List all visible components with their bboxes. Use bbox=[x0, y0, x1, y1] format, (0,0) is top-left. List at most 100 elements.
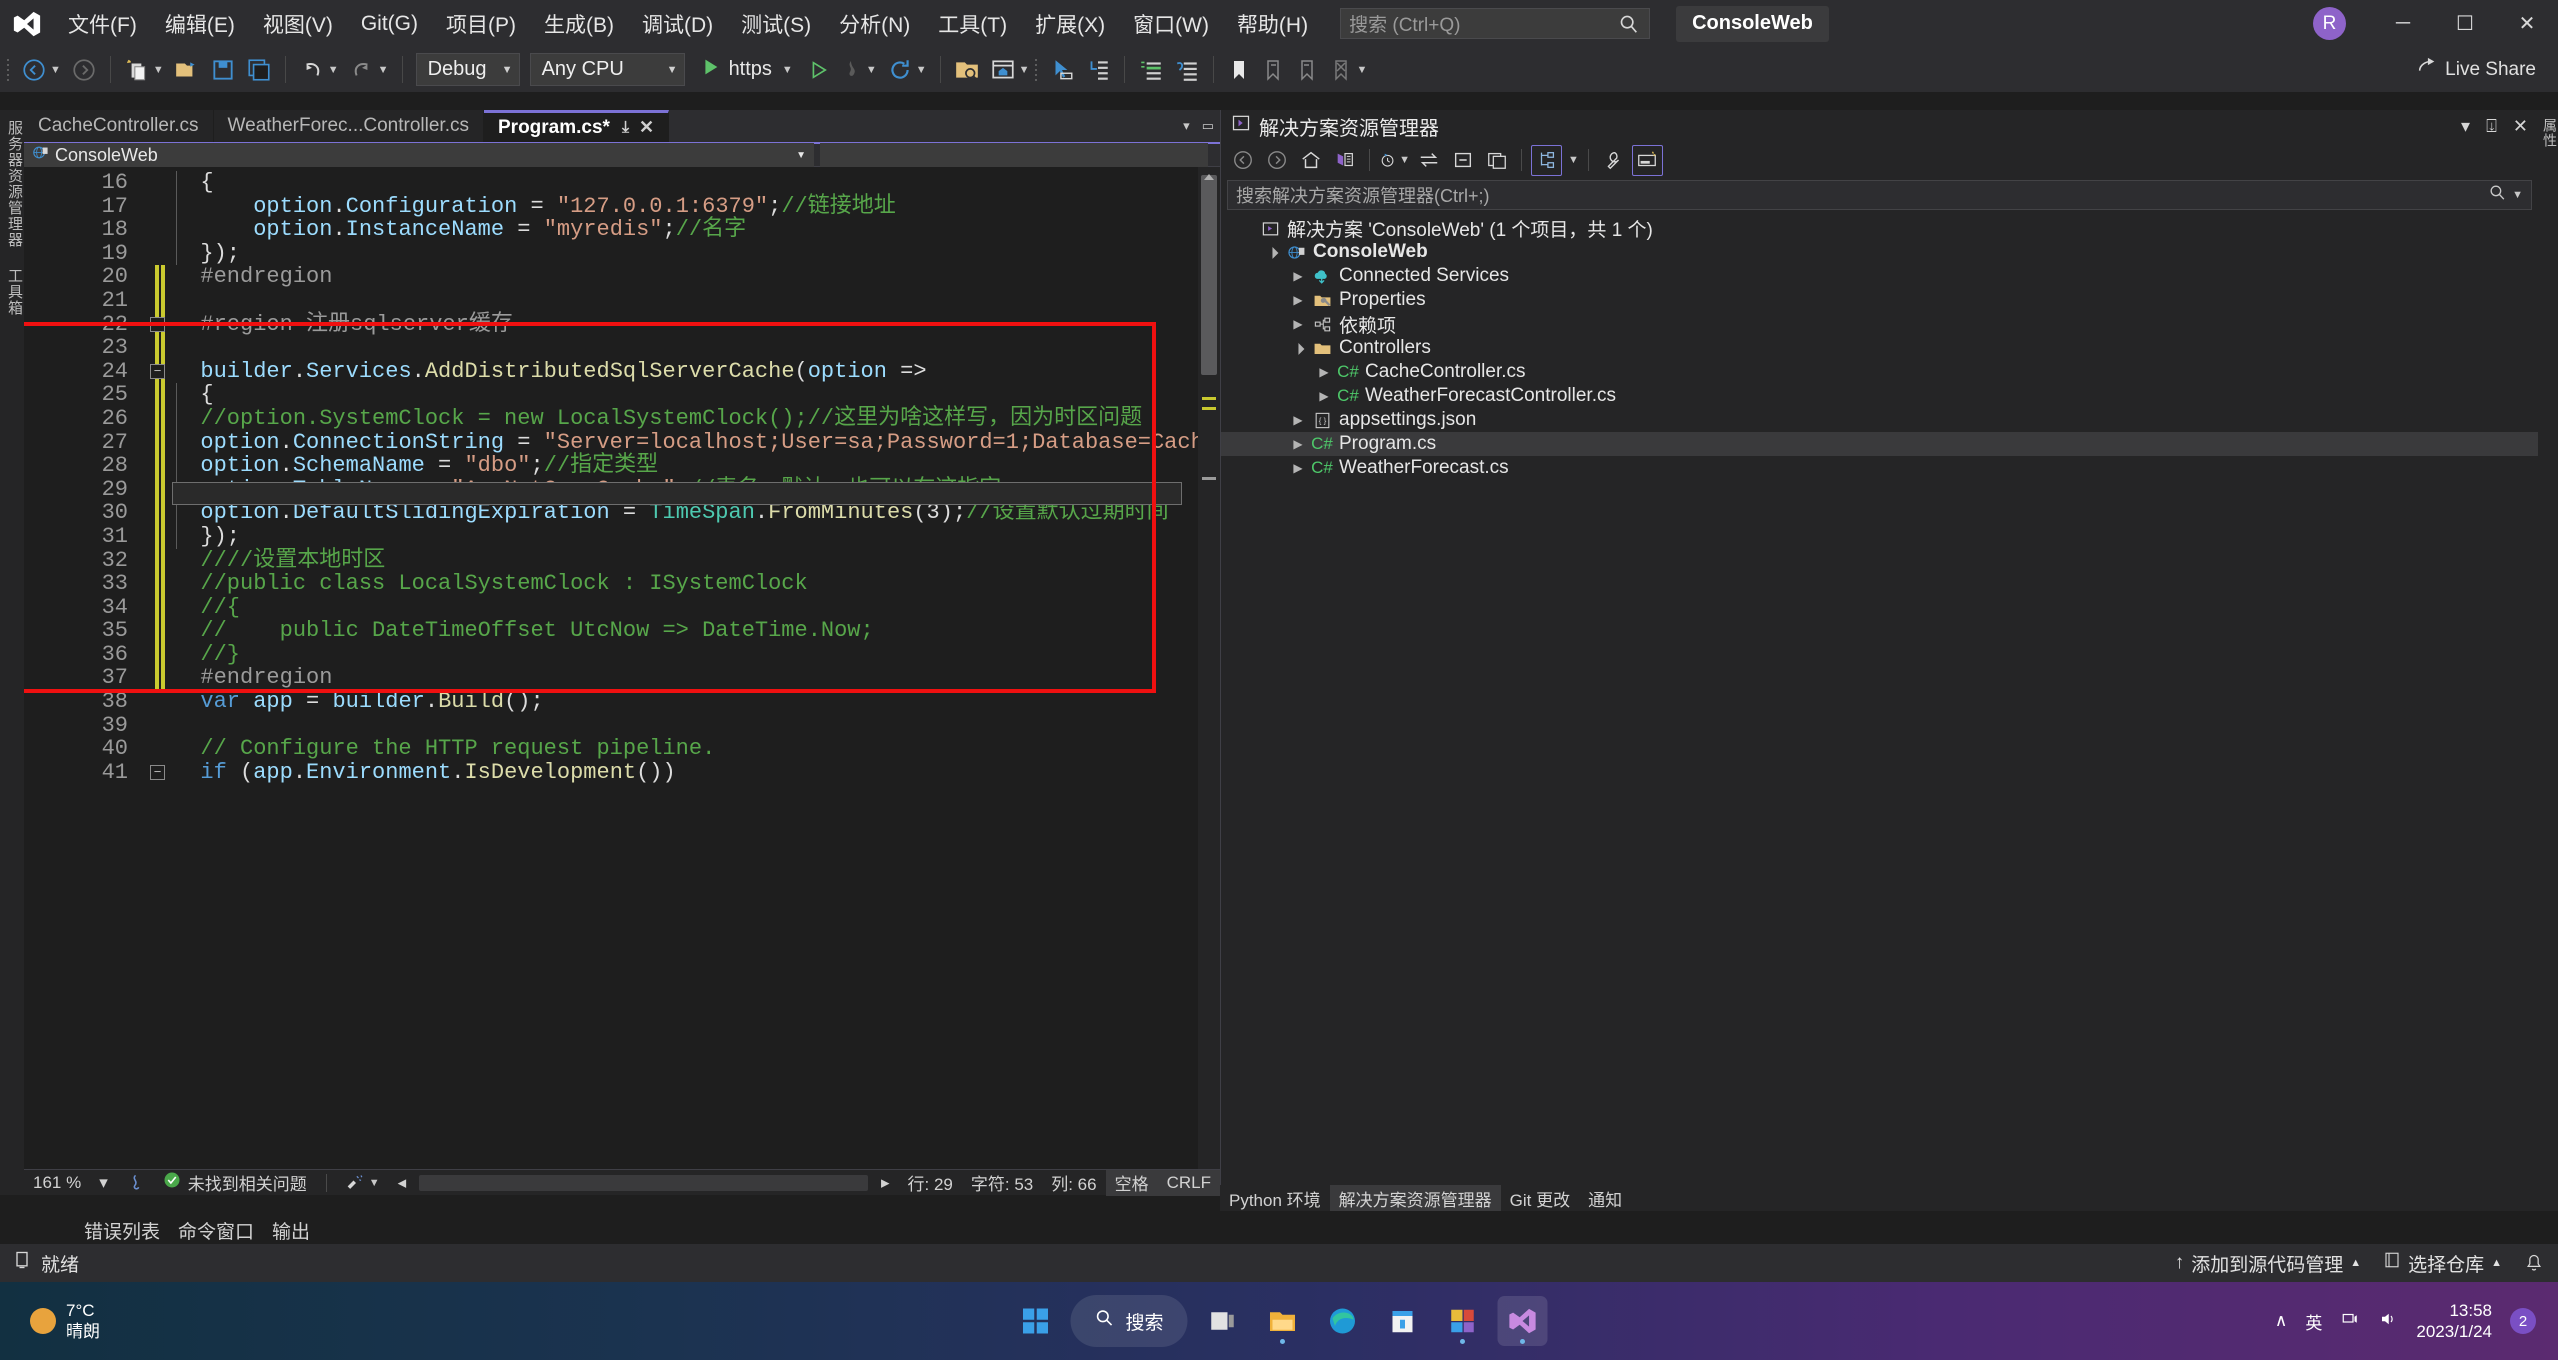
chevron-down-icon[interactable]: ▼ bbox=[1019, 64, 1030, 76]
chevron-down-icon[interactable]: ▼ bbox=[378, 64, 389, 76]
solution-tree-item[interactable]: ◢ Controllers bbox=[1221, 336, 2538, 360]
next-bookmark-button[interactable] bbox=[1290, 47, 1324, 92]
menu-item-2[interactable]: 编辑(E) bbox=[151, 0, 249, 47]
code-line[interactable]: ////设置本地时区 bbox=[174, 548, 1220, 573]
chevron-collapsed-icon[interactable]: ▶ bbox=[1287, 293, 1309, 307]
menu-item-11[interactable]: 扩展(X) bbox=[1021, 0, 1119, 47]
scrollbar-thumb[interactable] bbox=[1201, 175, 1217, 375]
se-collapse-all-button[interactable] bbox=[1447, 145, 1478, 176]
code-line[interactable] bbox=[174, 714, 1220, 738]
line-ending-mode[interactable]: CRLF bbox=[1157, 1169, 1220, 1196]
minimize-button[interactable]: ─ bbox=[2372, 0, 2434, 47]
solution-tree-item[interactable]: ▶ C# WeatherForecast.cs bbox=[1221, 456, 2538, 480]
panel-menu-chevron-icon[interactable]: ▾ bbox=[2461, 116, 2470, 137]
taskbar-search-button[interactable]: 搜索 bbox=[1070, 1295, 1188, 1347]
tray-overflow-chevron-icon[interactable]: ∧ bbox=[2275, 1311, 2287, 1331]
menu-item-8[interactable]: 测试(S) bbox=[727, 0, 825, 47]
clean-code-icon[interactable]: ▼ bbox=[337, 1170, 389, 1196]
hot-reload-button[interactable]: ▼ bbox=[834, 47, 882, 92]
tool-window-tab-2[interactable]: 解决方案资源管理器 bbox=[1329, 1185, 1501, 1211]
menu-item-13[interactable]: 帮助(H) bbox=[1223, 0, 1322, 47]
chevron-down-icon[interactable]: ▼ bbox=[866, 64, 877, 76]
se-back-button[interactable] bbox=[1227, 145, 1258, 176]
se-sync-with-active-document-button[interactable] bbox=[1413, 145, 1444, 176]
se-forward-button[interactable] bbox=[1261, 145, 1292, 176]
tool-window-tab-1[interactable]: Python 环境 bbox=[1220, 1185, 1330, 1211]
editor-vertical-scrollbar[interactable] bbox=[1198, 167, 1220, 1191]
solution-explorer-search-input[interactable]: 搜索解决方案资源管理器(Ctrl+;) ▼ bbox=[1227, 180, 2532, 210]
se-home-button[interactable] bbox=[1295, 145, 1326, 176]
chevron-down-icon[interactable]: ▼ bbox=[916, 64, 927, 76]
start-debug-button[interactable]: https ▼ bbox=[690, 47, 802, 92]
se-preview-selected-items-button[interactable] bbox=[1631, 144, 1663, 176]
code-line[interactable]: option.SchemaName = "dbo";//指定类型 bbox=[174, 454, 1220, 478]
solution-tree-item[interactable]: ▶ { } appsettings.json bbox=[1221, 408, 2538, 432]
se-solution-view-button[interactable] bbox=[1329, 145, 1360, 176]
solution-tree-item[interactable]: ▶ 依赖项 bbox=[1221, 312, 2538, 337]
editor-horizontal-scrollbar[interactable] bbox=[419, 1174, 868, 1191]
code-line[interactable]: #endregion bbox=[174, 265, 1220, 289]
issue-status[interactable]: 未找到相关问题 bbox=[154, 1170, 316, 1196]
restart-button[interactable]: ▼ bbox=[882, 47, 932, 92]
solution-tree-item[interactable]: ▶ C# CacheController.cs bbox=[1221, 360, 2538, 384]
scroll-up-arrow-icon[interactable] bbox=[1202, 169, 1216, 180]
close-icon[interactable]: ✕ bbox=[639, 117, 654, 138]
code-line[interactable]: option.InstanceName = "myredis";//名字 bbox=[174, 218, 1220, 242]
chevron-down-icon[interactable]: ▼ bbox=[782, 64, 793, 76]
code-line[interactable]: { bbox=[174, 383, 1220, 407]
close-icon[interactable]: ✕ bbox=[2513, 116, 2528, 137]
chevron-collapsed-icon[interactable]: ▶ bbox=[1313, 365, 1335, 379]
code-line[interactable]: }); bbox=[174, 241, 1220, 266]
menu-item-12[interactable]: 窗口(W) bbox=[1119, 0, 1223, 47]
volume-icon[interactable] bbox=[2378, 1310, 2398, 1333]
editor-hscroll-right-arrow-icon[interactable]: ▸ bbox=[872, 1170, 899, 1196]
open-file-button[interactable] bbox=[169, 47, 205, 92]
add-to-source-control-button[interactable]: ↑ 添加到源代码管理 ▲ bbox=[2175, 1250, 2361, 1277]
previous-bookmark-button[interactable] bbox=[1256, 47, 1290, 92]
rail-tab-properties[interactable]: 属性 bbox=[2538, 110, 2558, 156]
code-line[interactable]: //public class LocalSystemClock : ISyste… bbox=[174, 572, 1220, 596]
split-view-icon[interactable]: ▭ bbox=[1202, 118, 1214, 134]
solution-tree-item[interactable]: 解决方案 'ConsoleWeb' (1 个项目，共 1 个) bbox=[1221, 216, 2538, 241]
outlining-collapse-icon[interactable]: − bbox=[150, 765, 165, 780]
visual-studio-installer-button[interactable] bbox=[1438, 1296, 1488, 1346]
chevron-down-icon[interactable]: ▼ bbox=[1399, 154, 1410, 166]
chevron-collapsed-icon[interactable]: ▶ bbox=[1287, 437, 1309, 451]
menu-item-10[interactable]: 工具(T) bbox=[924, 0, 1021, 47]
bottom-panel-tab-1[interactable]: 错误列表 bbox=[84, 1217, 160, 1244]
chevron-down-icon[interactable]: ▼ bbox=[50, 64, 61, 76]
start-without-debugging-button[interactable] bbox=[802, 47, 834, 92]
code-line[interactable]: option.ConnectionString = "Server=localh… bbox=[174, 430, 1220, 455]
code-line[interactable]: #endregion bbox=[174, 666, 1220, 690]
start-button[interactable] bbox=[1010, 1296, 1060, 1346]
chevron-down-icon[interactable]: ▼ bbox=[2512, 189, 2523, 201]
code-line[interactable]: //option.SystemClock = new LocalSystemCl… bbox=[174, 407, 1220, 431]
pin-icon[interactable]: ⤓ bbox=[622, 119, 629, 137]
chevron-collapsed-icon[interactable]: ▶ bbox=[1287, 461, 1309, 475]
select-repository-button[interactable]: 选择仓库 ▲ bbox=[2383, 1250, 2502, 1277]
menu-item-6[interactable]: 生成(B) bbox=[530, 0, 628, 47]
uncomment-lines-button[interactable] bbox=[1169, 47, 1205, 92]
se-view-class-view-button[interactable] bbox=[1531, 144, 1562, 176]
code-text[interactable]: { option.Configuration = "127.0.0.1:6379… bbox=[174, 167, 1220, 784]
solution-tree-item[interactable]: ◢ ConsoleWeb bbox=[1221, 240, 2538, 264]
code-line[interactable]: }); bbox=[174, 525, 1220, 549]
code-line[interactable]: // public DateTimeOffset UtcNow => DateT… bbox=[174, 619, 1220, 643]
menu-item-4[interactable]: Git(G) bbox=[347, 0, 432, 47]
navigate-forward-button[interactable] bbox=[66, 47, 102, 92]
solution-home-button[interactable]: ▼ bbox=[985, 47, 1035, 92]
solution-tree-item[interactable]: ▶ Connected Services bbox=[1221, 264, 2538, 288]
solution-tree-item[interactable]: ▶ C# WeatherForecastController.cs bbox=[1221, 384, 2538, 408]
code-line[interactable]: //{ bbox=[174, 595, 1220, 620]
solution-tree-item[interactable]: ▶ C# Program.cs bbox=[1221, 432, 2538, 456]
undo-button[interactable]: ▼ bbox=[294, 47, 344, 92]
taskbar-weather-widget[interactable]: 7°C 晴朗 bbox=[0, 1300, 100, 1343]
microsoft-store-button[interactable] bbox=[1378, 1296, 1428, 1346]
taskbar-clock[interactable]: 13:58 2023/1/24 bbox=[2416, 1300, 2492, 1343]
menu-item-1[interactable]: 文件(F) bbox=[54, 0, 151, 47]
tool-window-tab-4[interactable]: 通知 bbox=[1579, 1185, 1631, 1211]
search-icon[interactable] bbox=[2488, 183, 2507, 207]
zoom-level[interactable]: 161 % bbox=[24, 1170, 90, 1196]
code-line[interactable]: //} bbox=[174, 643, 1220, 667]
se-properties-button[interactable] bbox=[1598, 145, 1629, 176]
